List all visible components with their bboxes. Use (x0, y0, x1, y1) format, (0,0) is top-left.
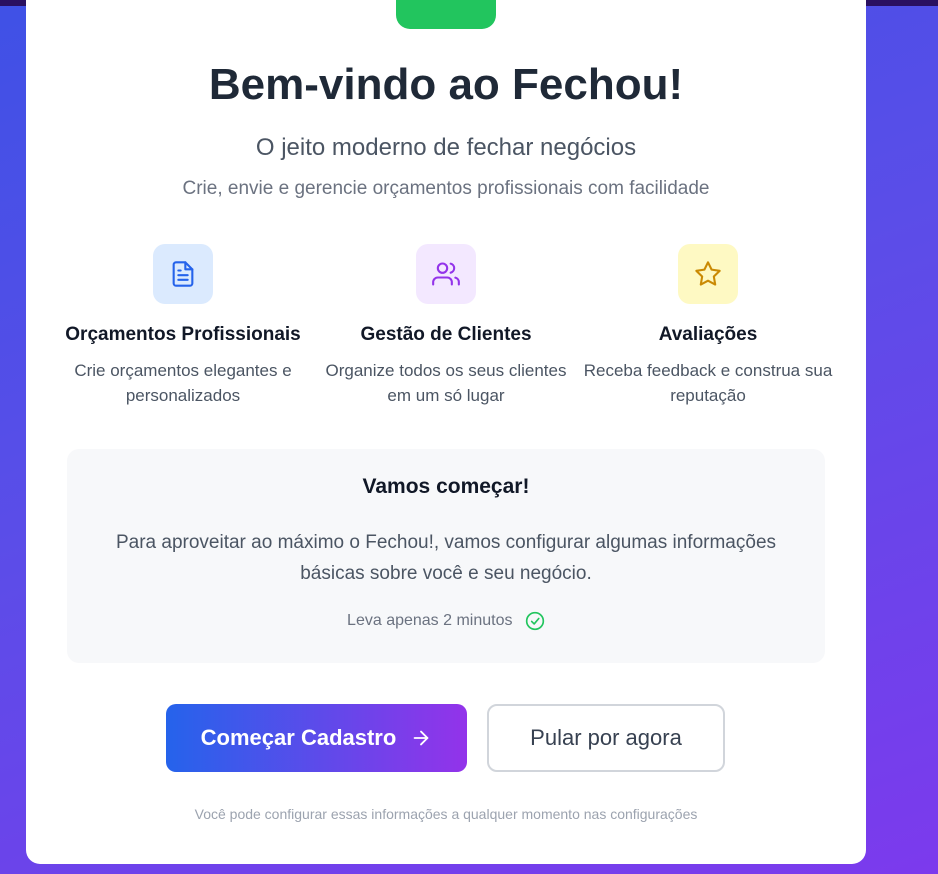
skip-button[interactable]: Pular por agora (487, 704, 725, 772)
feature-clients: Gestão de Clientes Organize todos os seu… (315, 244, 577, 408)
welcome-card: Bem-vindo ao Fechou! O jeito moderno de … (26, 0, 866, 864)
page-tagline: Crie, envie e gerencie orçamentos profis… (182, 178, 710, 199)
check-circle-icon (525, 611, 545, 631)
feature-description: Organize todos os seus clientes em um só… (325, 361, 567, 405)
settings-footnote: Você pode configurar essas informações a… (194, 806, 698, 822)
time-estimate: Leva apenas 2 minutos (67, 611, 825, 631)
users-icon (432, 262, 460, 286)
feature-description: Crie orçamentos elegantes e personalizad… (74, 361, 292, 405)
star-icon (695, 261, 721, 286)
feature-title: Gestão de Clientes (360, 324, 532, 345)
feature-reviews: Avaliações Receba feedback e construa su… (577, 244, 839, 408)
skip-label: Pular por agora (530, 725, 682, 750)
document-icon (172, 261, 194, 287)
start-registration-button[interactable]: Começar Cadastro (166, 704, 467, 772)
arrow-right-icon (413, 730, 429, 746)
feature-title: Avaliações (658, 324, 758, 345)
feature-description: Receba feedback e construa sua reputação (583, 361, 833, 405)
time-estimate-label: Leva apenas 2 minutos (347, 612, 513, 630)
step-indicator-pill (396, 0, 496, 29)
getting-started-box: Vamos começar! Para aproveitar ao máximo… (67, 449, 825, 663)
start-registration-label: Começar Cadastro (200, 725, 397, 750)
feature-icon-box (153, 244, 213, 304)
page-title: Bem-vindo ao Fechou! (208, 60, 684, 109)
feature-icon-box (678, 244, 738, 304)
getting-started-title: Vamos começar! (362, 475, 530, 498)
feature-quotes: Orçamentos Profissionais Crie orçamentos… (52, 244, 314, 408)
getting-started-description: Para aproveitar ao máximo o Fechou!, vam… (115, 532, 777, 584)
feature-icon-box (416, 244, 476, 304)
page-subtitle: O jeito moderno de fechar negócios (255, 134, 637, 161)
feature-title: Orçamentos Profissionais (65, 324, 301, 345)
